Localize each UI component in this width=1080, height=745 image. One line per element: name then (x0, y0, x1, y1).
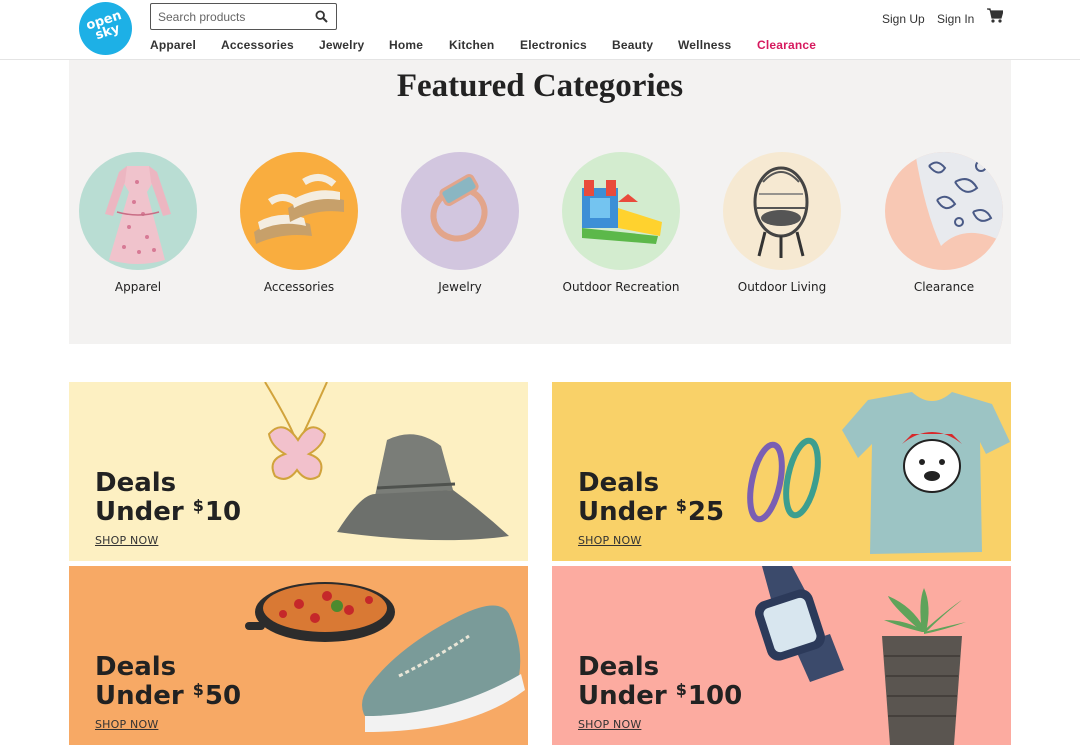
deal-under-10-banner[interactable]: Deals Under $10 SHOP NOW (69, 382, 528, 561)
opensky-logo[interactable]: open sky (79, 2, 132, 55)
logo-text: open sky (84, 8, 124, 44)
nav-kitchen[interactable]: Kitchen (449, 38, 494, 52)
deal-heading: Deals (95, 468, 177, 498)
category-label: Outdoor Living (737, 280, 827, 294)
cart-icon[interactable] (987, 8, 1003, 23)
deal-under-100-banner[interactable]: Deals Under $100 SHOP NOW (552, 566, 1011, 745)
ring-image (401, 152, 519, 270)
featured-categories-section: Featured Categories Apparel Accessories … (69, 60, 1011, 344)
featured-categories-title: Featured Categories (396, 68, 684, 104)
category-outdoor-living[interactable]: Outdoor Living (712, 152, 852, 302)
category-jewelry[interactable]: Jewelry (390, 152, 530, 302)
category-label: Accessories (263, 280, 335, 294)
category-apparel[interactable]: Apparel (68, 152, 208, 302)
deal-price-line: Under $100 (578, 680, 743, 711)
category-label: Jewelry (438, 280, 482, 294)
shop-now-link[interactable]: SHOP NOW (578, 534, 641, 547)
nav-clearance[interactable]: Clearance (757, 38, 816, 52)
category-label: Outdoor Recreation (562, 280, 680, 294)
deal-price-line: Under $25 (578, 496, 725, 527)
nav-jewelry[interactable]: Jewelry (319, 38, 364, 52)
category-clearance[interactable]: Clearance (874, 152, 1014, 302)
site-header: open sky Apparel Accessories Jewelry Hom… (0, 0, 1080, 60)
shop-now-link[interactable]: SHOP NOW (578, 718, 641, 731)
category-outdoor-recreation[interactable]: Outdoor Recreation (551, 152, 691, 302)
bounce-house-image (562, 152, 680, 270)
paisley-fabric-image (885, 152, 1003, 270)
category-accessories[interactable]: Accessories (229, 152, 369, 302)
deal-heading: Deals (95, 652, 177, 682)
nav-accessories[interactable]: Accessories (221, 38, 294, 52)
sign-in-link[interactable]: Sign In (937, 12, 974, 26)
sign-up-link[interactable]: Sign Up (882, 12, 925, 26)
search-icon[interactable] (315, 10, 328, 23)
search-input[interactable] (152, 5, 312, 28)
deal-under-25-banner[interactable]: Deals Under $25 SHOP NOW (552, 382, 1011, 561)
nav-apparel[interactable]: Apparel (150, 38, 196, 52)
deal-heading: Deals (578, 652, 660, 682)
nav-home[interactable]: Home (389, 38, 423, 52)
sandals-image (240, 152, 358, 270)
nav-electronics[interactable]: Electronics (520, 38, 587, 52)
dress-image (79, 152, 197, 270)
deal-under-50-banner[interactable]: Deals Under $50 SHOP NOW (69, 566, 528, 745)
shop-now-link[interactable]: SHOP NOW (95, 718, 158, 731)
shop-now-link[interactable]: SHOP NOW (95, 534, 158, 547)
category-label: Apparel (114, 280, 162, 294)
deal-price-line: Under $50 (95, 680, 242, 711)
deal-heading: Deals (578, 468, 660, 498)
nav-wellness[interactable]: Wellness (678, 38, 731, 52)
search-box (150, 3, 337, 30)
nav-beauty[interactable]: Beauty (612, 38, 653, 52)
egg-chair-image (723, 152, 841, 270)
deal-price-line: Under $10 (95, 496, 242, 527)
category-label: Clearance (913, 280, 975, 294)
